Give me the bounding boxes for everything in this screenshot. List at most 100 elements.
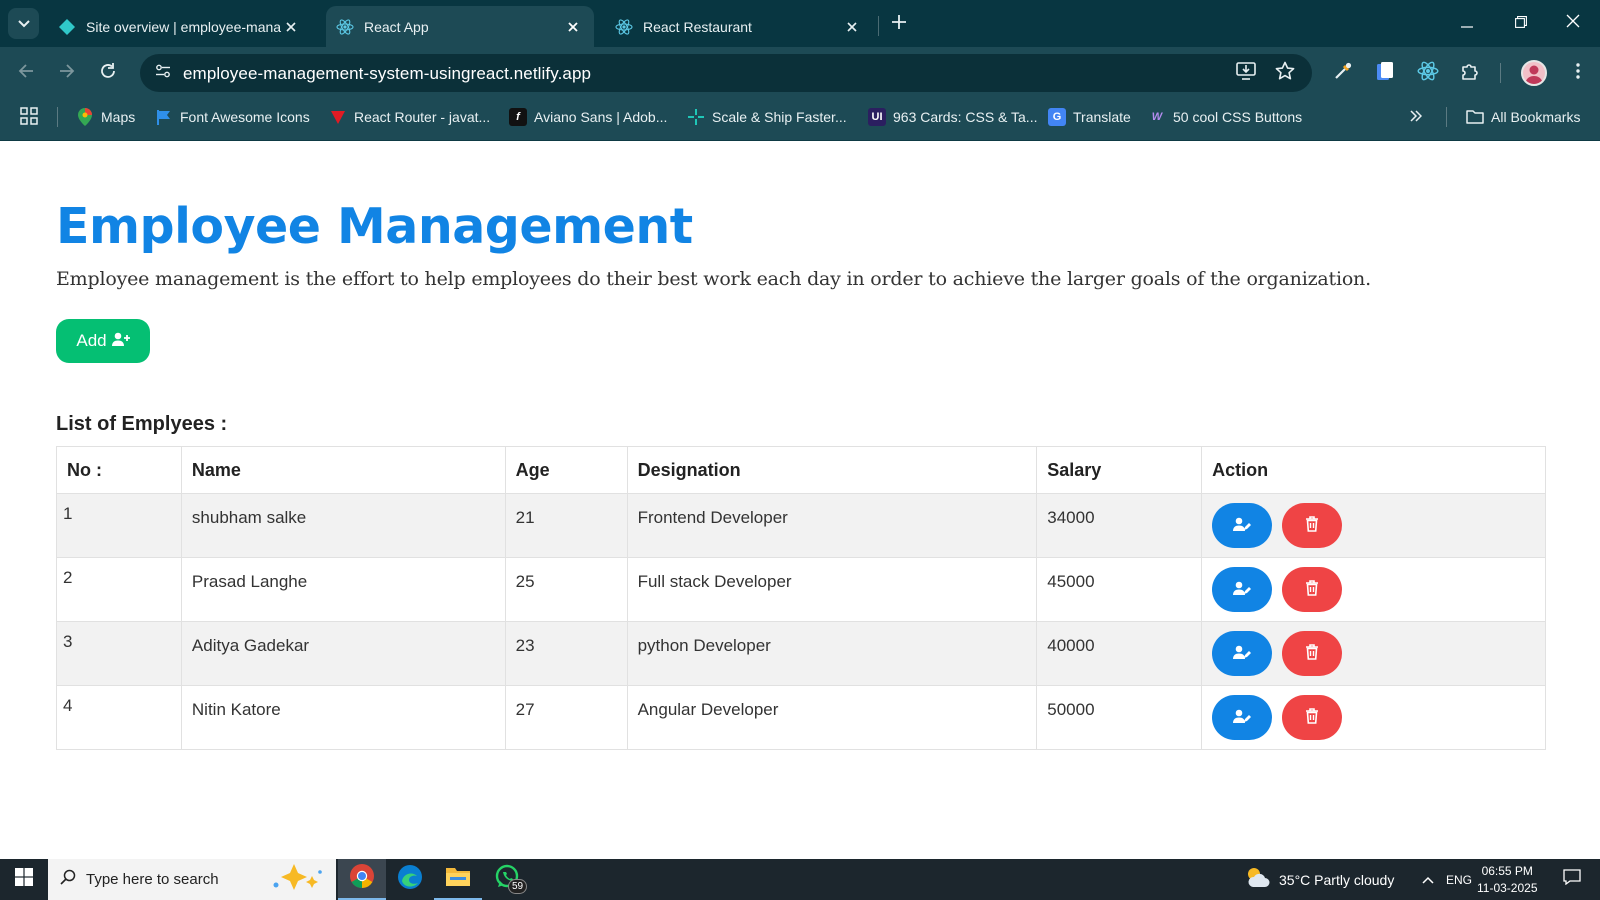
cell-salary: 34000	[1036, 493, 1203, 558]
column-header-designation: Designation	[626, 446, 1038, 494]
netlify-icon	[58, 18, 76, 36]
arrow-right-icon	[59, 63, 75, 84]
user-edit-icon	[1233, 581, 1252, 598]
add-employee-button[interactable]: Add	[56, 319, 150, 363]
all-bookmarks-button[interactable]: All Bookmarks	[1466, 99, 1580, 135]
browser-toolbar: employee-management-system-usingreact.ne…	[0, 47, 1600, 99]
close-tab-icon[interactable]	[282, 18, 300, 36]
cell-salary: 40000	[1036, 621, 1203, 686]
close-window-button[interactable]	[1546, 0, 1600, 47]
trash-icon	[1305, 708, 1319, 727]
reload-button[interactable]	[94, 59, 122, 87]
eyedropper-extension[interactable]	[1329, 59, 1357, 87]
eyedropper-icon	[1333, 61, 1353, 86]
tab-react-restaurant[interactable]: React Restaurant	[605, 6, 873, 47]
install-app-button[interactable]	[1234, 61, 1258, 85]
minimize-icon	[1461, 15, 1473, 33]
minimize-button[interactable]	[1440, 0, 1494, 47]
edit-employee-button[interactable]	[1212, 567, 1273, 612]
start-button[interactable]	[0, 859, 48, 900]
profile-avatar[interactable]	[1521, 60, 1547, 86]
cell-age: 27	[504, 685, 628, 750]
react-devtools-extension[interactable]	[1414, 59, 1442, 87]
address-bar[interactable]: employee-management-system-usingreact.ne…	[140, 54, 1312, 92]
weather-widget[interactable]: 35°C Partly cloudy	[1245, 859, 1394, 900]
show-hidden-icons-button[interactable]	[1418, 859, 1438, 900]
bookmark-translate[interactable]: G Translate	[1048, 99, 1131, 135]
taskbar-file-explorer-button[interactable]	[434, 859, 482, 900]
url-text[interactable]: employee-management-system-usingreact.ne…	[183, 64, 591, 84]
delete-employee-button[interactable]	[1282, 631, 1343, 676]
close-tab-icon[interactable]	[843, 18, 861, 36]
table-row: 3 Aditya Gadekar 23 python Developer 400…	[56, 621, 1546, 686]
cell-designation: Full stack Developer	[626, 557, 1038, 622]
cell-designation: Angular Developer	[626, 685, 1038, 750]
employee-list-title: List of Emplyees :	[56, 413, 228, 435]
taskbar-chrome-button[interactable]	[338, 859, 386, 900]
bookmark-css-buttons[interactable]: W 50 cool CSS Buttons	[1148, 99, 1302, 135]
page-content: Employee Management Employee management …	[0, 141, 1600, 859]
translate-icon: G	[1048, 108, 1066, 126]
tab-strip: Site overview | employee-mana React App …	[0, 0, 1600, 47]
table-row: 4 Nitin Katore 27 Angular Developer 5000…	[56, 685, 1546, 750]
page-title: Employee Management	[56, 198, 693, 255]
forward-button[interactable]	[53, 59, 81, 87]
language-indicator[interactable]: ENG	[1446, 859, 1472, 900]
new-tab-button[interactable]	[887, 12, 911, 36]
bookmark-scale-ship[interactable]: Scale & Ship Faster...	[687, 99, 847, 135]
apps-button[interactable]	[20, 99, 38, 135]
cell-no: 2	[56, 557, 182, 622]
bookmark-react-router[interactable]: React Router - javat...	[329, 99, 490, 135]
bookmarks-divider	[1446, 107, 1447, 127]
cell-age: 25	[504, 557, 628, 622]
cell-designation: Frontend Developer	[626, 493, 1038, 558]
plus-icon	[892, 14, 906, 34]
back-button[interactable]	[12, 59, 40, 87]
user-plus-icon	[111, 331, 130, 351]
site-info-button[interactable]	[149, 59, 177, 87]
bookmark-font-awesome[interactable]: Font Awesome Icons	[155, 99, 310, 135]
bookmark-maps[interactable]: Maps	[76, 99, 135, 135]
notifications-button[interactable]	[1554, 859, 1590, 900]
bookmark-star-button[interactable]	[1273, 61, 1297, 85]
cell-no: 1	[56, 493, 182, 558]
reload-icon	[99, 62, 117, 85]
edit-employee-button[interactable]	[1212, 503, 1273, 548]
taskbar-whatsapp-button[interactable]: 59	[484, 859, 532, 900]
taskbar-search-input[interactable]: Type here to search	[48, 859, 336, 900]
taskbar-clock[interactable]: 06:55 PM 11-03-2025	[1477, 863, 1538, 897]
chevron-up-icon	[1422, 871, 1434, 889]
edit-employee-button[interactable]	[1212, 695, 1273, 740]
delete-employee-button[interactable]	[1282, 567, 1343, 612]
css-buttons-icon: W	[1151, 111, 1163, 123]
bookmark-963-cards[interactable]: UI 963 Cards: CSS & Ta...	[868, 99, 1037, 135]
employee-table: No : Name Age Designation Salary Action …	[56, 446, 1546, 750]
windows-taskbar: Type here to search 59 35°C Partly cloud…	[0, 859, 1600, 900]
column-header-no: No :	[56, 446, 182, 494]
column-header-action: Action	[1201, 446, 1546, 494]
tab-site-overview[interactable]: Site overview | employee-mana	[48, 6, 312, 47]
delete-employee-button[interactable]	[1282, 695, 1343, 740]
bookmark-aviano-sans[interactable]: f Aviano Sans | Adob...	[509, 99, 667, 135]
flag-icon	[155, 108, 173, 126]
more-bookmarks-button[interactable]	[1410, 99, 1423, 135]
tab-react-app[interactable]: React App	[326, 6, 594, 47]
browser-menu-button[interactable]	[1564, 59, 1592, 87]
folder-icon	[445, 865, 471, 892]
cell-name: Prasad Langhe	[180, 557, 506, 622]
docs-extension[interactable]	[1371, 59, 1399, 87]
edit-employee-button[interactable]	[1212, 631, 1273, 676]
delete-employee-button[interactable]	[1282, 503, 1343, 548]
extensions-button[interactable]	[1456, 59, 1484, 87]
javatpoint-icon	[329, 108, 347, 126]
close-tab-icon[interactable]	[564, 18, 582, 36]
notification-icon	[1563, 869, 1581, 890]
page-description: Employee management is the effort to hel…	[56, 268, 1371, 290]
cell-designation: python Developer	[626, 621, 1038, 686]
toolbar-divider	[1500, 63, 1501, 83]
bookmarks-bar: Maps Font Awesome Icons React Router - j…	[0, 99, 1600, 141]
column-header-age: Age	[504, 446, 628, 494]
restore-button[interactable]	[1494, 0, 1548, 47]
taskbar-edge-button[interactable]	[386, 859, 434, 900]
tab-search-button[interactable]	[8, 8, 39, 39]
